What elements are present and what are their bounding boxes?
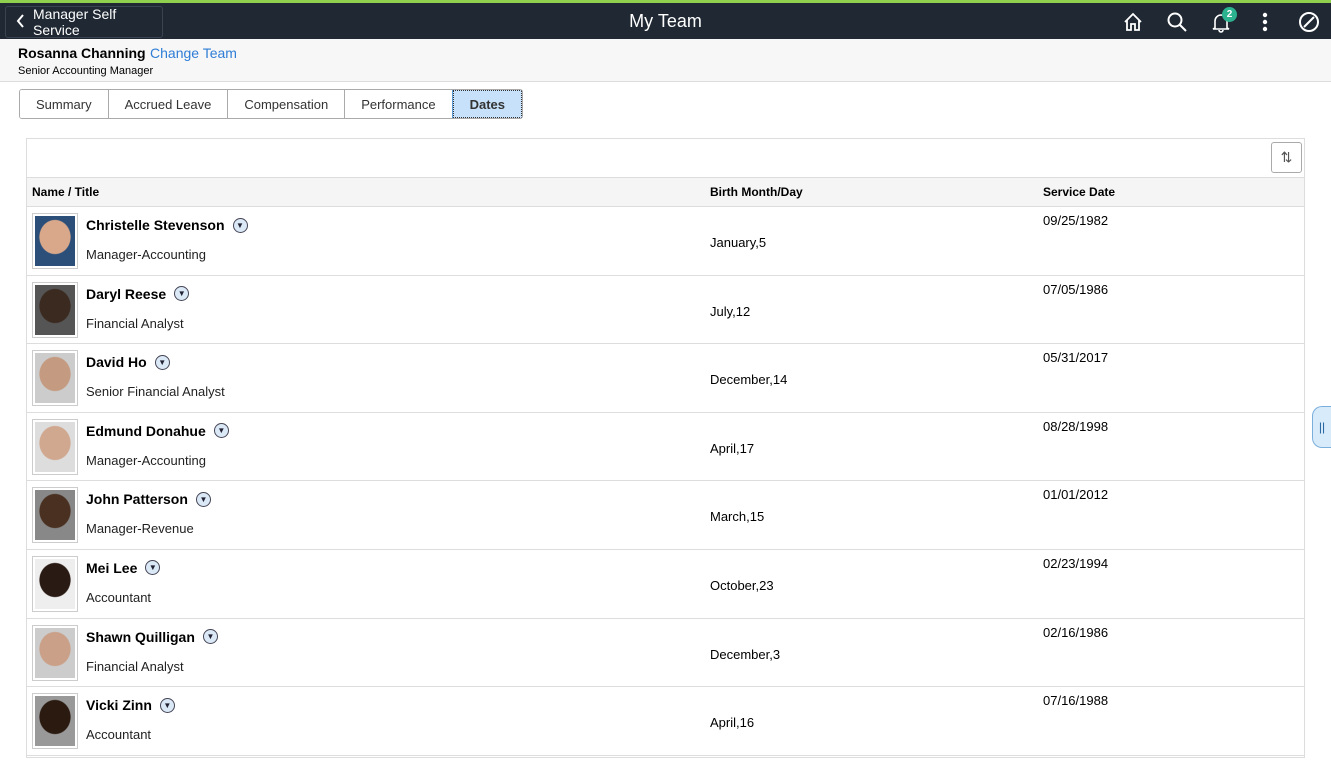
tab-accrued-leave[interactable]: Accrued Leave xyxy=(108,90,229,118)
employee-title: Senior Financial Analyst xyxy=(86,384,225,400)
tab-compensation[interactable]: Compensation xyxy=(228,90,346,118)
birth-month-day: October,23 xyxy=(710,577,774,593)
tab-summary[interactable]: Summary xyxy=(20,90,109,118)
top-banner: Manager Self Service My Team 2 xyxy=(0,0,1331,39)
sort-button[interactable]: ⇅ xyxy=(1271,142,1302,173)
service-date: 02/23/1994 xyxy=(1043,555,1109,571)
team-grid: ⇅ Name / Title Birth Month/Day Service D… xyxy=(26,138,1305,758)
employee-name[interactable]: Edmund Donahue xyxy=(86,423,206,439)
tab-performance[interactable]: Performance xyxy=(345,90,453,118)
related-actions-icon[interactable]: ▼ xyxy=(174,286,190,302)
birth-month-day: April,17 xyxy=(710,440,755,456)
service-date: 07/16/1988 xyxy=(1043,693,1109,709)
employee-name[interactable]: Christelle Stevenson xyxy=(86,217,225,233)
employee-name[interactable]: Vicki Zinn xyxy=(86,697,152,713)
related-actions-icon[interactable]: ▼ xyxy=(154,354,170,370)
employee-title: Manager-Accounting xyxy=(86,247,206,262)
manager-title: Senior Accounting Manager xyxy=(18,65,154,77)
table-row[interactable]: Edmund Donahue ▼ Manager-Accounting April… xyxy=(27,413,1304,482)
notifications-icon[interactable]: 2 xyxy=(1207,7,1237,35)
employee-photo xyxy=(32,624,78,681)
column-header-name[interactable]: Name / Title xyxy=(32,185,99,199)
employee-title: Financial Analyst xyxy=(86,315,184,331)
related-actions-icon[interactable]: ▼ xyxy=(195,491,211,507)
tab-bar: Summary Accrued Leave Compensation Perfo… xyxy=(19,89,524,119)
birth-month-day: December,3 xyxy=(710,646,781,662)
table-row[interactable]: Mei Lee ▼ Accountant October,23 02/23/199… xyxy=(27,550,1304,619)
birth-month-day: March,15 xyxy=(710,509,765,525)
employee-title: Financial Analyst xyxy=(86,658,184,674)
service-date: 01/01/2012 xyxy=(1043,487,1109,503)
related-actions-icon[interactable]: ▼ xyxy=(145,560,161,576)
employee-name[interactable]: John Patterson xyxy=(86,491,188,507)
service-date: 02/16/1986 xyxy=(1043,624,1109,640)
birth-month-day: December,14 xyxy=(710,372,788,388)
table-row[interactable]: Daryl Reese ▼ Financial Analyst July,12 0… xyxy=(27,276,1304,345)
side-panel-toggle[interactable]: || xyxy=(1312,406,1331,448)
service-date: 08/28/1998 xyxy=(1043,418,1109,434)
employee-title: Manager-Accounting xyxy=(86,452,206,468)
sort-icon: ⇅ xyxy=(1280,149,1293,165)
employee-name[interactable]: Mei Lee xyxy=(86,560,137,576)
employee-photo xyxy=(32,418,78,475)
navbar-compass-icon[interactable] xyxy=(1295,9,1323,35)
birth-month-day: July,12 xyxy=(710,303,751,319)
employee-photo xyxy=(32,281,78,338)
column-header-birth[interactable]: Birth Month/Day xyxy=(710,185,803,199)
employee-title: Manager-Revenue xyxy=(86,521,194,537)
search-icon[interactable] xyxy=(1163,9,1191,35)
employee-title: Accountant xyxy=(86,589,152,605)
employee-title: Accountant xyxy=(86,727,152,743)
related-actions-icon[interactable]: ▼ xyxy=(159,697,175,713)
grid-header: Name / Title Birth Month/Day Service Dat… xyxy=(27,178,1304,207)
notification-badge: 2 xyxy=(1222,7,1237,22)
manager-name: Rosanna Channing xyxy=(18,45,146,61)
employee-name[interactable]: Daryl Reese xyxy=(86,286,166,302)
table-row[interactable]: Shawn Quilligan ▼ Financial Analyst Decem… xyxy=(27,619,1304,688)
change-team-link[interactable]: Change Team xyxy=(150,45,237,61)
employee-photo xyxy=(32,213,78,269)
employee-photo xyxy=(32,693,78,750)
employee-name[interactable]: Shawn Quilligan xyxy=(86,629,195,645)
column-header-service[interactable]: Service Date xyxy=(1043,185,1115,199)
grid-toolbar: ⇅ xyxy=(27,139,1304,178)
more-actions-icon[interactable] xyxy=(1251,9,1279,35)
employee-photo xyxy=(32,487,78,544)
employee-photo xyxy=(32,555,78,612)
table-row[interactable]: John Patterson ▼ Manager-Revenue March,15… xyxy=(27,481,1304,550)
service-date: 07/05/1986 xyxy=(1043,281,1109,297)
related-actions-icon[interactable]: ▼ xyxy=(213,423,229,439)
table-row[interactable]: Christelle Stevenson ▼ Manager-Accounting… xyxy=(27,207,1304,276)
birth-month-day: January,5 xyxy=(710,235,767,250)
service-date: 05/31/2017 xyxy=(1043,350,1109,366)
employee-name[interactable]: David Ho xyxy=(86,354,147,370)
home-icon[interactable] xyxy=(1119,9,1147,35)
employee-photo xyxy=(32,350,78,407)
related-actions-icon[interactable]: ▼ xyxy=(202,629,218,645)
birth-month-day: April,16 xyxy=(710,715,755,731)
drag-handle-icon: || xyxy=(1318,420,1326,434)
service-date: 09/25/1982 xyxy=(1043,213,1109,228)
related-actions-icon[interactable]: ▼ xyxy=(232,217,248,233)
table-row[interactable]: David Ho ▼ Senior Financial Analyst Decem… xyxy=(27,344,1304,413)
manager-header: Rosanna Channing Change Team Senior Acco… xyxy=(0,39,1331,82)
tab-dates[interactable]: Dates xyxy=(451,90,523,118)
table-row[interactable]: Vicki Zinn ▼ Accountant April,16 07/16/19… xyxy=(27,687,1304,756)
